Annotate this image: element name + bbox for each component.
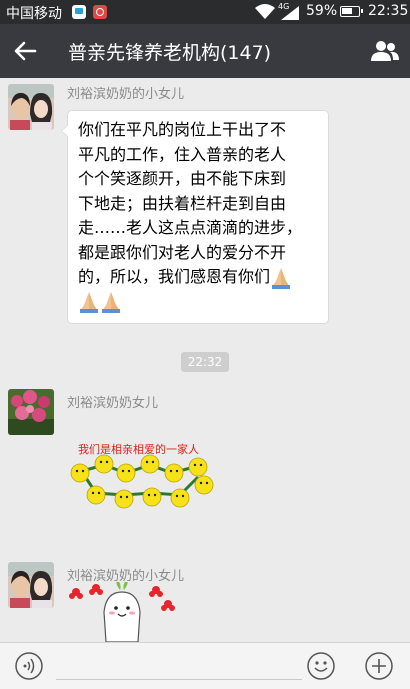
carrier-name: 中国移动 [6,6,62,22]
more-options-plus-icon[interactable] [364,651,394,681]
message-line-text: 的，所以，我们感恩有你们 [78,267,271,286]
message-bubble[interactable]: 你们在平凡的岗位上干出了不 平凡的工作，住入普亲的老人 个个笑逐颜开，由不能下床… [61,110,329,324]
folded-hands-emoji-icon [272,267,291,289]
message-line: 个个笑逐颜开，由不能下床到 [78,169,287,188]
message-line: 都是跟你们对老人的爱分不开 [78,242,287,262]
app-notification-icon [93,5,107,19]
avatar-photo [8,84,54,130]
message-line: 下地走；由扶着栏杆走到自由 [78,193,287,213]
sender-name: 刘裕滨奶奶女儿 [67,396,159,411]
group-members-icon[interactable] [370,39,400,63]
back-arrow-icon[interactable] [12,38,38,64]
folded-hands-emoji-icon [102,292,120,313]
wifi-icon [255,4,275,19]
folded-hands-emoji-icon [80,292,98,313]
status-bar: 中国移动 4G 59% 22:35 [0,0,410,24]
message-line: 你们在平凡的岗位上干出了不 [78,120,287,139]
message-line: 走……老人这点点滴滴的进步， [78,218,303,237]
clock: 22:35 [368,3,409,19]
avatar-photo [8,562,54,608]
avatar[interactable] [8,562,54,608]
message-line-last: 的，所以，我们感恩有你们 [78,265,318,290]
battery-icon [340,6,363,17]
message-input[interactable] [56,679,302,680]
flower-character-sticker[interactable] [68,582,180,642]
signal-icon [281,6,299,20]
avatar[interactable] [8,389,54,435]
battery-percent: 59% [306,3,338,19]
message-timestamp: 22:32 [181,352,229,372]
voice-input-icon[interactable] [14,651,44,681]
sender-name: 刘裕滨奶奶的小女儿 [67,87,185,102]
chat-area[interactable]: 刘裕滨奶奶的小女儿 你们在平凡的岗位上干出了不 平凡的工作，住入普亲的老人 个个… [0,78,410,642]
input-bar [0,642,410,689]
avatar-photo [8,389,54,435]
message-line: 平凡的工作，住入普亲的老人 [78,144,287,164]
message-notification-icon [72,5,86,19]
title-bar: 普亲先锋养老机构(147) [0,24,410,78]
smiley-group-sticker [70,454,214,509]
message-line-emoji [78,290,318,315]
avatar[interactable] [8,84,54,130]
chat-title: 普亲先锋养老机构(147) [68,42,272,64]
emoji-icon[interactable] [306,651,336,681]
